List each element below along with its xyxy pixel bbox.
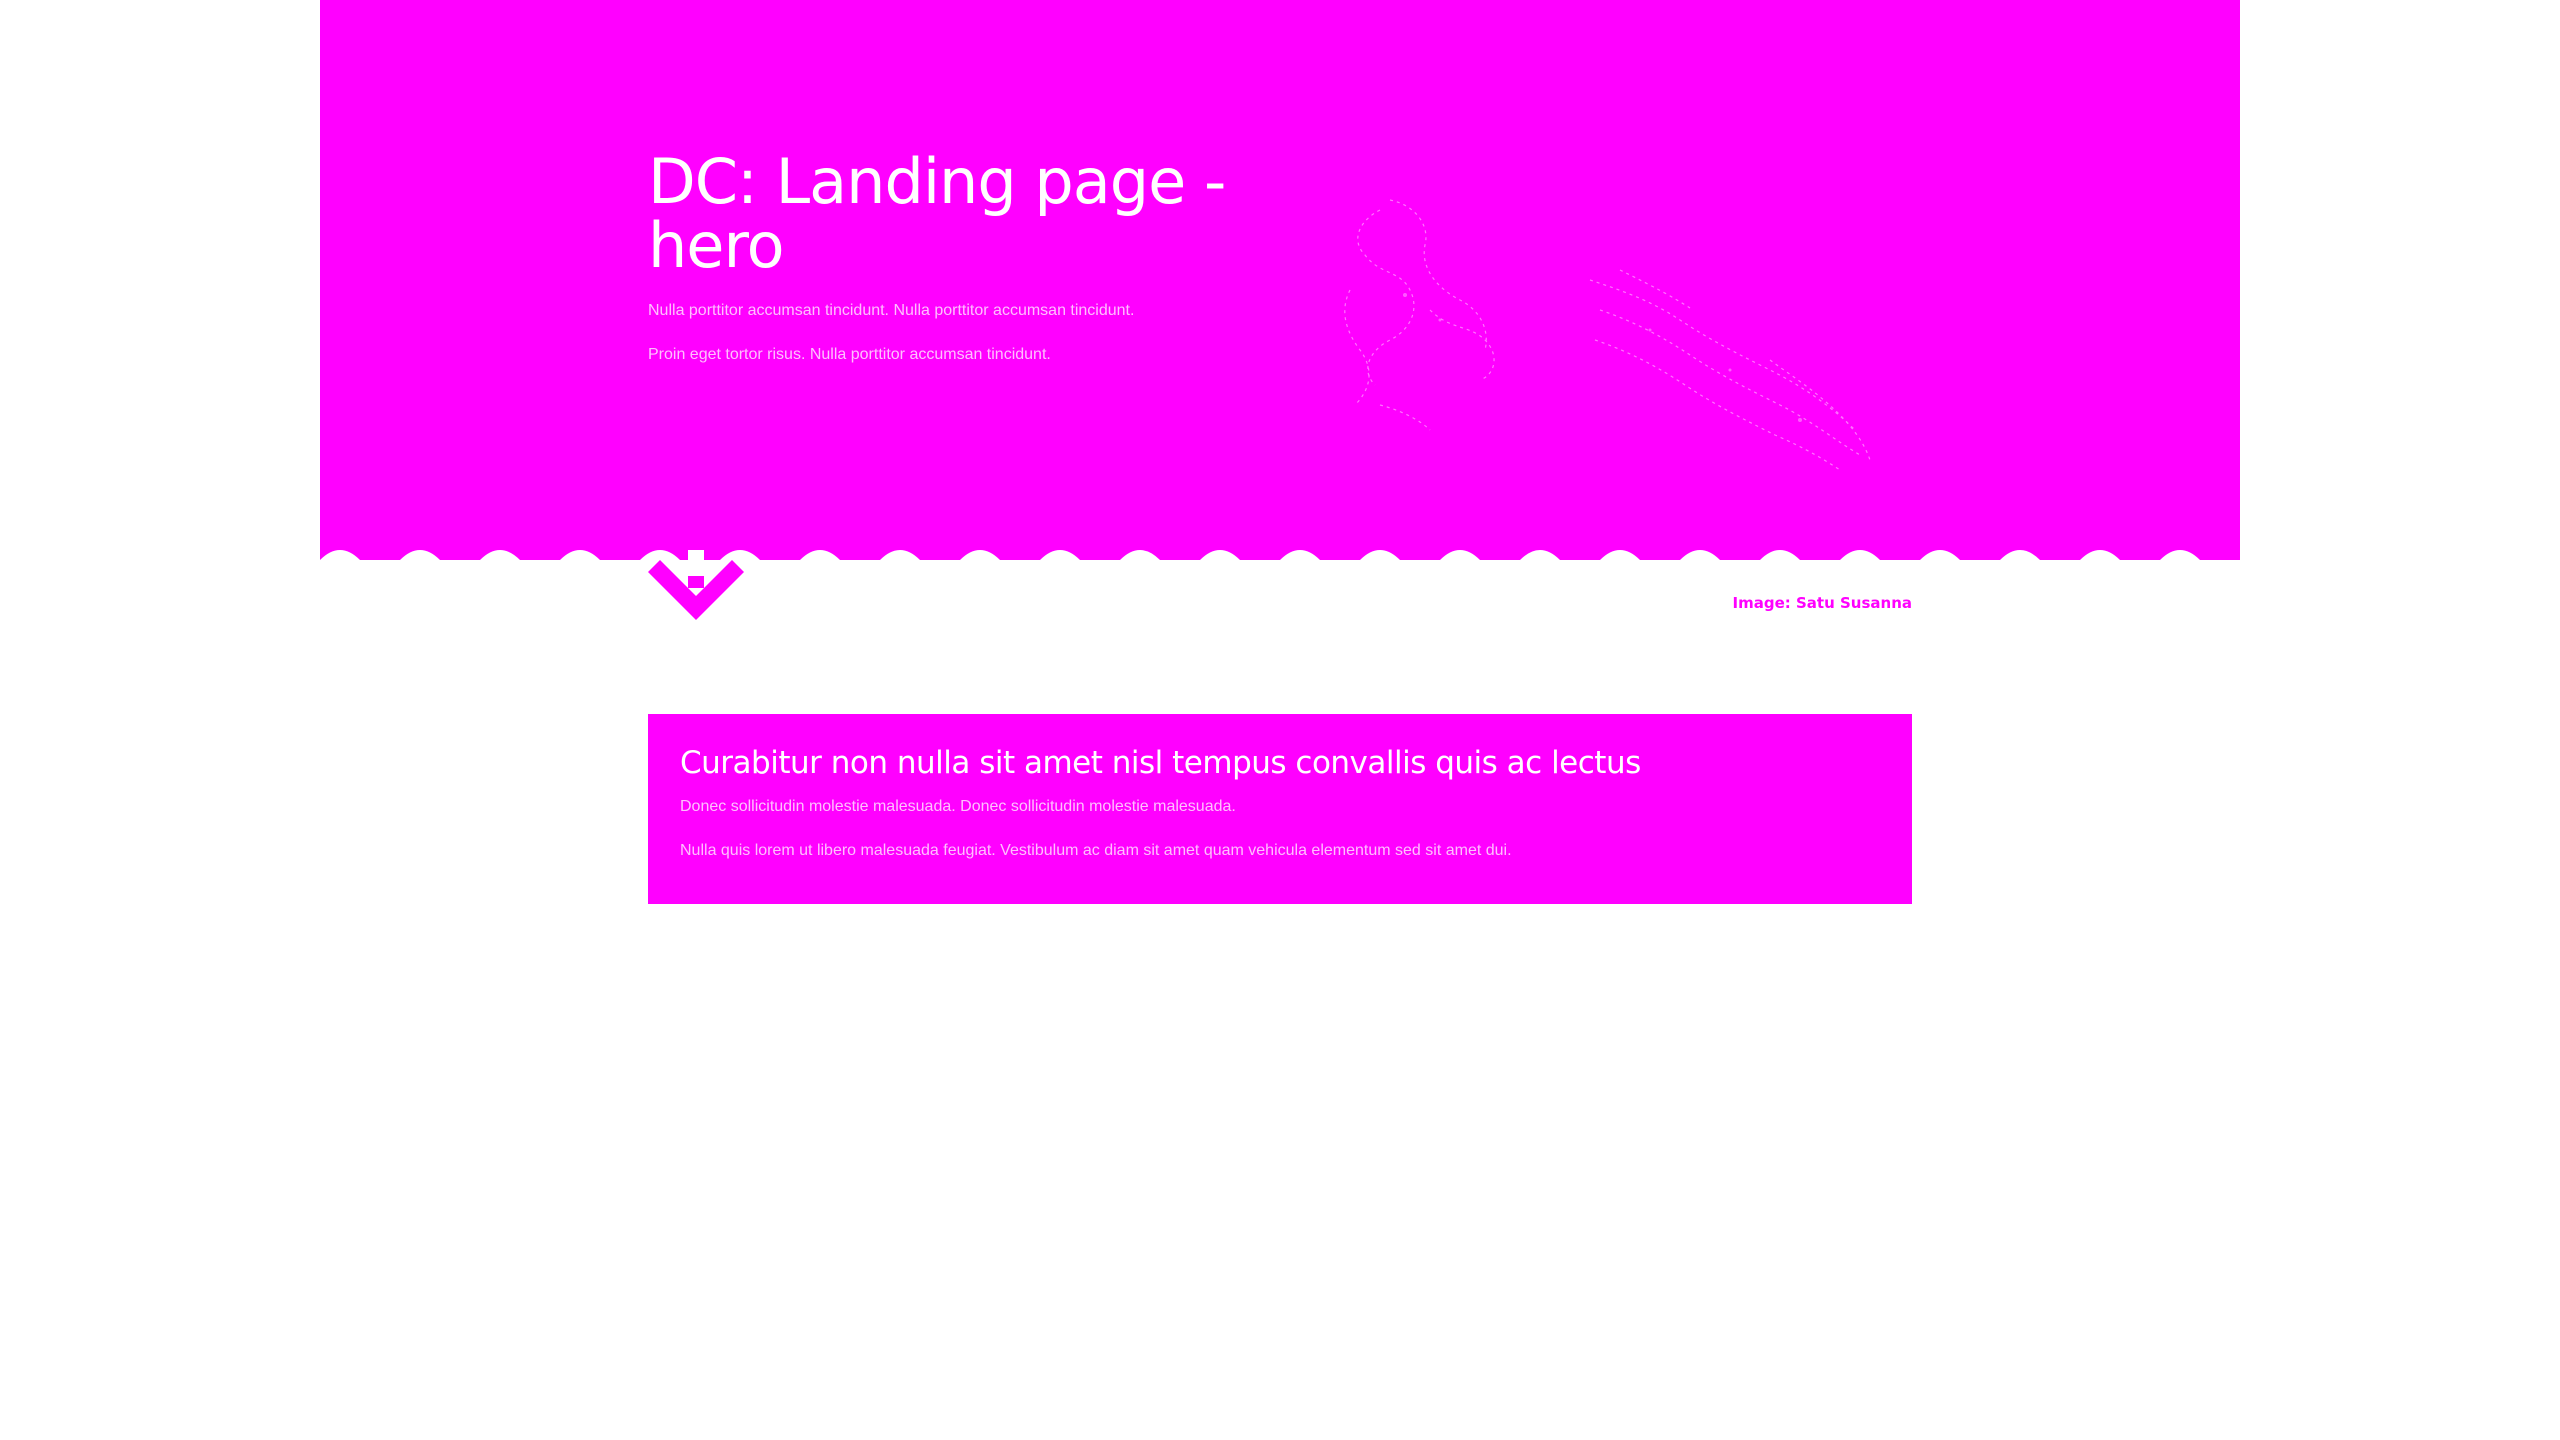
info-box: Curabitur non nulla sit amet nisl tempus… [648,714,1912,904]
chevron-down-arrow-icon[interactable] [648,550,744,620]
hero-wave-edge [320,550,2240,576]
pencil-sketch-illustration-icon [1344,199,1871,471]
info-box-paragraph-1: Donec sollicitudin molestie malesuada. D… [680,798,1236,815]
page: DC: Landing page - hero Nulla porttitor … [0,0,2560,1440]
info-box-paragraph-2: Nulla quis lorem ut libero malesuada feu… [680,842,1512,859]
hero-content: DC: Landing page - hero Nulla porttitor … [648,150,1248,366]
hero-paragraph-1: Nulla porttitor accumsan tincidunt. Null… [648,302,1135,319]
hero-paragraph-2: Proin eget tortor risus. Nulla porttitor… [648,346,1051,363]
hero-title: DC: Landing page - hero [648,145,1226,282]
info-box-title: Curabitur non nulla sit amet nisl tempus… [680,745,1641,781]
hero-section: DC: Landing page - hero Nulla porttitor … [320,0,2240,560]
image-credit: Image: Satu Susanna [1732,594,1912,612]
